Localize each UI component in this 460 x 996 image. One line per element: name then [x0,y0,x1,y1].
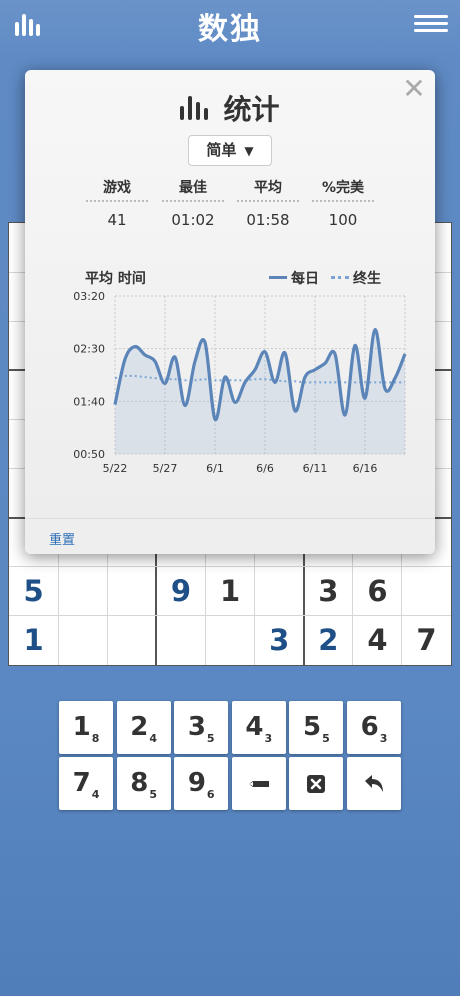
erase-icon [307,775,326,793]
stat-label: 游戏 [86,178,148,202]
board-cell[interactable]: 4 [353,616,402,665]
undo-button[interactable] [347,757,401,810]
difficulty-value: 简单 [206,141,237,159]
y-tick-label: 00:50 [73,448,105,461]
pencil-icon [248,781,269,787]
y-tick-label: 03:20 [73,290,105,303]
board-cell[interactable] [156,616,205,665]
pencil-button[interactable] [231,757,286,810]
stat-perfect: %完美 100 [312,178,374,229]
stat-best: 最佳 01:02 [162,178,224,229]
x-tick-label: 5/22 [103,462,128,475]
app-title: 数独 [198,12,262,47]
dialog-title: 统计 [223,93,280,126]
number-pad: 18 24 35 43 55 63 74 85 96 [59,701,401,811]
board-cell[interactable]: 3 [255,616,304,665]
x-tick-label: 5/27 [153,462,178,475]
stat-label: %完美 [312,178,374,202]
board-cell[interactable] [205,616,254,665]
board-cell[interactable] [107,616,156,665]
chevron-down-icon: ▼ [244,144,254,158]
board-cell[interactable]: 1 [9,616,58,665]
digit-key-8[interactable]: 85 [116,757,171,810]
board-cell[interactable] [255,567,304,616]
app-header: 数独 [0,0,460,47]
board-cell[interactable] [402,567,451,616]
stat-value: 100 [328,211,358,229]
digit-key-3[interactable]: 35 [174,701,229,754]
legend-swatch [269,275,287,279]
stat-label: 最佳 [162,178,224,202]
x-tick-label: 6/6 [256,462,274,475]
stat-average: 平均 01:58 [237,178,299,229]
stat-value: 41 [107,211,127,229]
bar-chart-icon [180,96,210,120]
stat-label: 平均 [237,178,299,202]
reset-link[interactable]: 重置 [49,529,75,548]
board-cell[interactable]: 9 [156,567,205,616]
board-cell[interactable] [107,567,156,616]
digit-key-7[interactable]: 74 [59,757,113,810]
digit-key-4[interactable]: 43 [231,701,286,754]
digit-key-2[interactable]: 24 [116,701,171,754]
digit-key-5[interactable]: 55 [289,701,344,754]
erase-button[interactable] [289,757,344,810]
board-cell[interactable] [58,567,107,616]
x-tick-label: 6/16 [353,462,378,475]
stat-value: 01:58 [246,211,290,229]
dialog-footer: 重置 [25,518,435,554]
board-cell[interactable]: 3 [304,567,353,616]
x-tick-label: 6/11 [303,462,328,475]
board-cell[interactable]: 2 [304,616,353,665]
legend-swatch [331,275,349,279]
dialog-header: 统计 [25,88,435,126]
statistics-dialog: ✕ 统计 简单 ▼ 游戏 41 最佳 01:02 平均 01:58 %完美 100… [25,70,435,554]
difficulty-select[interactable]: 简单 ▼ [188,135,272,166]
stat-value: 01:02 [171,211,215,229]
y-tick-label: 02:30 [73,343,105,356]
hamburger-menu-icon[interactable] [414,15,448,33]
board-cell[interactable]: 6 [353,567,402,616]
board-cell[interactable]: 7 [402,616,451,665]
board-cell[interactable] [58,616,107,665]
y-tick-label: 01:40 [73,395,105,408]
board-cell[interactable]: 5 [9,567,58,616]
stat-games: 游戏 41 [86,178,148,229]
digit-key-9[interactable]: 96 [174,757,229,810]
x-tick-label: 6/1 [206,462,224,475]
board-cell[interactable]: 1 [205,567,254,616]
undo-icon [365,775,383,792]
average-time-chart: 00:50 01:40 02:30 03:20 5/22 5/27 6/1 6/6 6/11 6/… [73,290,407,475]
digit-key-1[interactable]: 18 [59,701,113,754]
digit-key-6[interactable]: 63 [347,701,401,754]
